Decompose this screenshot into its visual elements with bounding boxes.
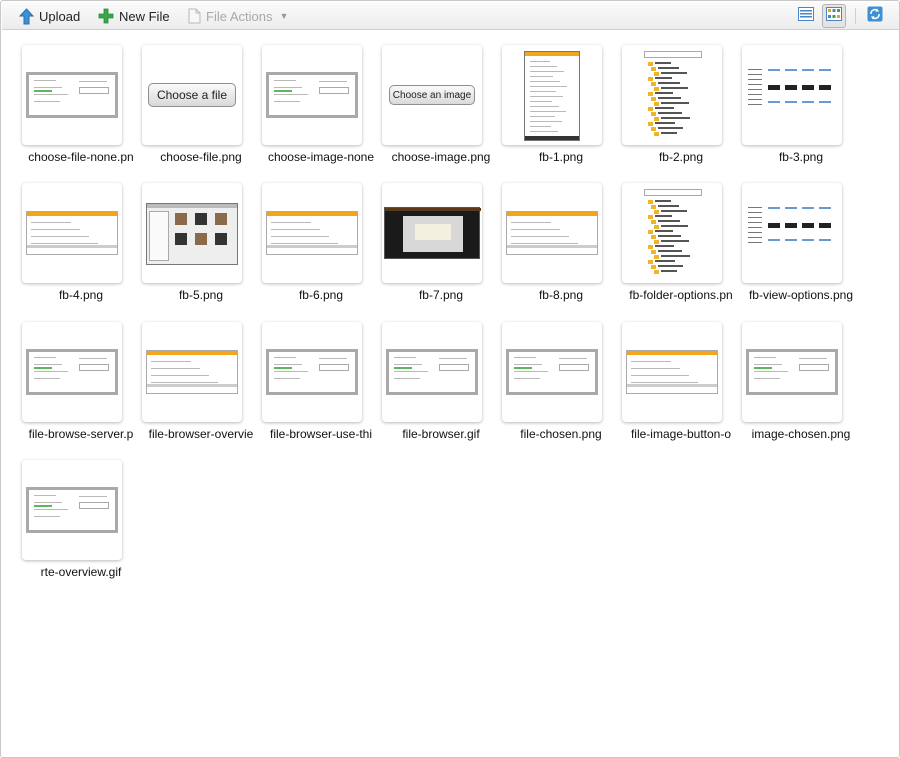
file-thumbnail xyxy=(742,45,842,145)
file-tile[interactable]: fb-3.png xyxy=(741,45,861,175)
file-tile[interactable]: Choose an image choose-image.png xyxy=(381,45,501,175)
refresh-icon xyxy=(867,6,883,27)
file-name: rte-overview.gif xyxy=(40,565,122,579)
file-name: file-chosen.png xyxy=(520,427,602,441)
file-name: choose-file.png xyxy=(160,150,242,164)
file-name: file-browse-server.p xyxy=(28,427,134,441)
file-tile[interactable]: fb-view-options.png xyxy=(741,183,861,313)
file-tile[interactable]: fb-8.png xyxy=(501,183,621,313)
file-thumbnail xyxy=(142,322,242,422)
file-thumbnail xyxy=(742,322,842,422)
thumbnail-view-button[interactable] xyxy=(822,4,846,28)
file-name: file-browser-overvie xyxy=(148,427,254,441)
file-thumbnail xyxy=(142,183,242,283)
file-tile[interactable]: file-browser.gif xyxy=(381,322,501,452)
arrow-up-icon xyxy=(19,7,34,25)
file-grid: choose-file-none.pn Choose a file choose-f… xyxy=(1,30,899,758)
file-name: fb-3.png xyxy=(778,150,824,164)
file-name: fb-folder-options.pn xyxy=(629,288,733,302)
file-thumbnail xyxy=(502,45,602,145)
file-name: choose-file-none.pn xyxy=(28,150,134,164)
file-name: choose-image.png xyxy=(391,150,491,164)
file-tile[interactable]: image-chosen.png xyxy=(741,322,861,452)
file-tile[interactable]: fb-2.png xyxy=(621,45,741,175)
file-thumbnail xyxy=(742,183,842,283)
file-thumbnail xyxy=(502,183,602,283)
file-tile[interactable]: fb-6.png xyxy=(261,183,381,313)
file-thumbnail xyxy=(22,322,122,422)
chevron-down-icon: ▼ xyxy=(279,11,289,21)
file-tile[interactable]: file-chosen.png xyxy=(501,322,621,452)
list-view-button[interactable] xyxy=(794,4,818,28)
file-name: fb-2.png xyxy=(658,150,704,164)
file-actions-label: File Actions xyxy=(206,8,273,24)
document-icon xyxy=(188,8,201,24)
file-thumbnail xyxy=(22,183,122,283)
file-tile[interactable]: fb-5.png xyxy=(141,183,261,313)
new-file-button[interactable]: New File xyxy=(98,6,170,26)
toolbar: Upload New File File Actions ▼ xyxy=(2,2,899,30)
file-thumbnail xyxy=(622,183,722,283)
file-name: fb-7.png xyxy=(418,288,464,302)
file-thumbnail xyxy=(382,183,482,283)
file-tile[interactable]: file-browser-overvie xyxy=(141,322,261,452)
file-name: fb-1.png xyxy=(538,150,584,164)
file-name: fb-5.png xyxy=(178,288,224,302)
file-thumbnail xyxy=(262,45,362,145)
thumbnail-button-caption: Choose a file xyxy=(148,83,236,107)
list-view-icon xyxy=(798,6,814,26)
thumbnail-button-caption: Choose an image xyxy=(389,85,475,105)
file-name: fb-view-options.png xyxy=(748,288,854,302)
file-name: choose-image-none xyxy=(267,150,375,164)
file-thumbnail: Choose a file xyxy=(142,45,242,145)
file-thumbnail xyxy=(262,322,362,422)
file-tile[interactable]: choose-file-none.pn xyxy=(21,45,141,175)
file-thumbnail xyxy=(502,322,602,422)
file-name: file-image-button-o xyxy=(630,427,732,441)
file-tile[interactable]: fb-folder-options.pn xyxy=(621,183,741,313)
file-name: file-browser.gif xyxy=(402,427,480,441)
file-actions-menu[interactable]: File Actions ▼ xyxy=(188,6,288,26)
file-thumbnail xyxy=(622,322,722,422)
file-name: fb-8.png xyxy=(538,288,584,302)
file-tile[interactable]: fb-1.png xyxy=(501,45,621,175)
file-tile[interactable]: fb-7.png xyxy=(381,183,501,313)
plus-icon xyxy=(98,8,114,24)
refresh-button[interactable] xyxy=(863,4,887,28)
file-tile[interactable]: Choose a file choose-file.png xyxy=(141,45,261,175)
file-browser-window: Upload New File File Actions ▼ choose-fi… xyxy=(0,0,900,758)
file-name: fb-4.png xyxy=(58,288,104,302)
file-thumbnail xyxy=(22,460,122,560)
file-tile[interactable]: file-image-button-o xyxy=(621,322,741,452)
file-thumbnail xyxy=(22,45,122,145)
file-tile[interactable]: choose-image-none xyxy=(261,45,381,175)
file-tile[interactable]: rte-overview.gif xyxy=(21,460,141,590)
file-name: fb-6.png xyxy=(298,288,344,302)
file-name: image-chosen.png xyxy=(751,427,851,441)
file-tile[interactable]: fb-4.png xyxy=(21,183,141,313)
upload-label: Upload xyxy=(39,8,81,24)
file-name: file-browser-use-thi xyxy=(269,427,373,441)
toolbar-divider xyxy=(855,8,856,24)
file-thumbnail xyxy=(262,183,362,283)
file-tile[interactable]: file-browser-use-thi xyxy=(261,322,381,452)
upload-button[interactable]: Upload xyxy=(19,6,80,26)
file-thumbnail: Choose an image xyxy=(382,45,482,145)
file-tile[interactable]: file-browse-server.p xyxy=(21,322,141,452)
new-file-label: New File xyxy=(119,8,170,24)
file-thumbnail xyxy=(382,322,482,422)
file-thumbnail xyxy=(622,45,722,145)
thumbnail-view-icon xyxy=(826,6,842,26)
